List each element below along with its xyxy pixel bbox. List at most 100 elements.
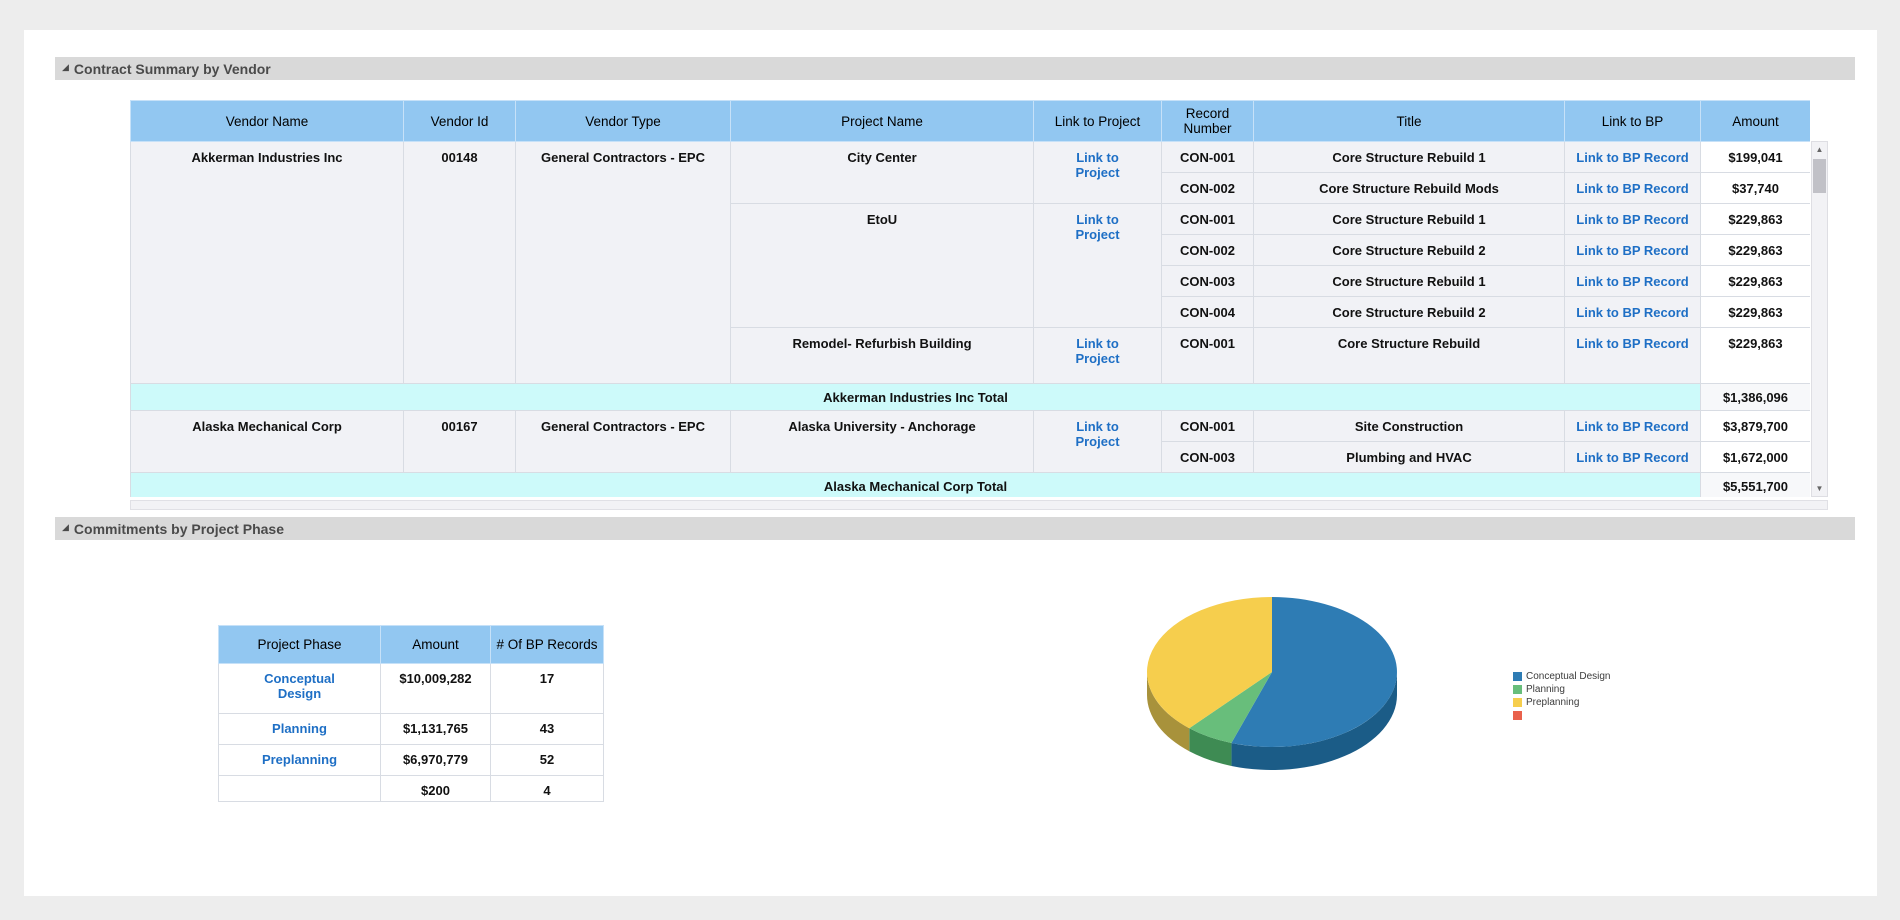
link-to-bp-cell: Link to BP Record [1565, 442, 1701, 473]
link-to-bp-record-link[interactable]: Link to BP Record [1576, 450, 1688, 465]
title-cell: Core Structure Rebuild 1 [1254, 204, 1565, 235]
vendor-name-cell: Alaska Mechanical Corp [131, 411, 404, 473]
column-header: Amount [1701, 101, 1811, 142]
amount-cell: $1,672,000 [1701, 442, 1811, 473]
amount-cell: $199,041 [1701, 142, 1811, 173]
phase-table-row: Preplanning $6,970,77952 [219, 745, 604, 776]
record-number-cell: CON-003 [1162, 266, 1254, 297]
phase-link[interactable]: Conceptual Design [254, 671, 346, 701]
table-row: Akkerman Industries Inc00148General Cont… [131, 142, 1811, 173]
vendor-name-cell: Akkerman Industries Inc [131, 142, 404, 384]
link-to-project-link[interactable]: Link to Project [1065, 150, 1131, 180]
project-name-cell: Remodel- Refurbish Building [731, 328, 1034, 384]
project-name-cell: Alaska University - Anchorage [731, 411, 1034, 473]
phase-pie-chart [1134, 585, 1454, 805]
title-cell: Plumbing and HVAC [1254, 442, 1565, 473]
legend-item: Planning [1513, 683, 1611, 696]
legend-color-chip [1513, 698, 1522, 707]
column-header: Vendor Name [131, 101, 404, 142]
link-to-project-cell: Link to Project [1034, 411, 1162, 473]
record-number-cell: CON-002 [1162, 235, 1254, 266]
amount-cell: $229,863 [1701, 328, 1811, 384]
link-to-bp-cell: Link to BP Record [1565, 328, 1701, 384]
link-to-project-cell: Link to Project [1034, 328, 1162, 384]
phase-table-header-row: Project PhaseAmount# Of BP Records [219, 626, 604, 664]
phase-amount-cell: $6,970,779 [381, 745, 491, 776]
link-to-project-link[interactable]: Link to Project [1065, 419, 1131, 449]
scroll-down-icon[interactable]: ▼ [1812, 481, 1827, 496]
title-cell: Core Structure Rebuild [1254, 328, 1565, 384]
link-to-bp-record-link[interactable]: Link to BP Record [1576, 243, 1688, 258]
phase-link[interactable]: Planning [254, 721, 346, 736]
phase-link[interactable]: Preplanning [254, 752, 346, 767]
legend-item [1513, 709, 1611, 722]
record-number-cell: CON-003 [1162, 442, 1254, 473]
contract-summary-table: Vendor NameVendor IdVendor TypeProject N… [130, 100, 1810, 497]
horizontal-scrollbar[interactable] [130, 500, 1828, 510]
vendor-type-cell: General Contractors - EPC [516, 411, 731, 473]
scroll-up-icon[interactable]: ▲ [1812, 142, 1827, 157]
legend-item: Conceptual Design [1513, 670, 1611, 683]
collapse-triangle-icon: ◢ [62, 63, 69, 72]
link-to-bp-cell: Link to BP Record [1565, 411, 1701, 442]
column-header: Link to BP [1565, 101, 1701, 142]
phase-table-wrap: Project PhaseAmount# Of BP Records Conce… [218, 625, 604, 802]
title-cell: Core Structure Rebuild 2 [1254, 235, 1565, 266]
link-to-bp-record-link[interactable]: Link to BP Record [1576, 274, 1688, 289]
link-to-bp-cell: Link to BP Record [1565, 266, 1701, 297]
legend-label: Planning [1526, 685, 1565, 695]
link-to-bp-cell: Link to BP Record [1565, 297, 1701, 328]
vendor-total-row: Alaska Mechanical Corp Total$5,551,700 [131, 473, 1811, 498]
column-header: Link to Project [1034, 101, 1162, 142]
link-to-bp-cell: Link to BP Record [1565, 235, 1701, 266]
link-to-project-link[interactable]: Link to Project [1065, 212, 1131, 242]
legend-color-chip [1513, 672, 1522, 681]
legend-label: Preplanning [1526, 698, 1579, 708]
column-header: Vendor Type [516, 101, 731, 142]
vendor-total-amount: $5,551,700 [1701, 473, 1811, 498]
title-cell: Core Structure Rebuild 1 [1254, 266, 1565, 297]
column-header: Record Number [1162, 101, 1254, 142]
column-header: Title [1254, 101, 1565, 142]
amount-cell: $37,740 [1701, 173, 1811, 204]
bp-records-cell: 17 [491, 664, 604, 714]
link-to-bp-cell: Link to BP Record [1565, 204, 1701, 235]
contract-summary-table-viewport[interactable]: Vendor NameVendor IdVendor TypeProject N… [130, 100, 1810, 497]
title-cell: Core Structure Rebuild 1 [1254, 142, 1565, 173]
project-name-cell: EtoU [731, 204, 1034, 328]
amount-cell: $229,863 [1701, 235, 1811, 266]
amount-cell: $3,879,700 [1701, 411, 1811, 442]
vendor-total-label: Alaska Mechanical Corp Total [131, 473, 1701, 498]
link-to-bp-record-link[interactable]: Link to BP Record [1576, 305, 1688, 320]
vertical-scrollbar[interactable]: ▲ ▼ [1811, 141, 1828, 497]
record-number-cell: CON-001 [1162, 204, 1254, 235]
contract-summary-header-row: Vendor NameVendor IdVendor TypeProject N… [131, 101, 1811, 142]
project-name-cell: City Center [731, 142, 1034, 204]
vendor-total-row: Akkerman Industries Inc Total$1,386,096 [131, 384, 1811, 411]
table-row: Alaska Mechanical Corp00167General Contr… [131, 411, 1811, 442]
section-title-commitments: Commitments by Project Phase [74, 521, 284, 537]
phase-amount-cell: $200 [381, 776, 491, 802]
legend-item: Preplanning [1513, 696, 1611, 709]
record-number-cell: CON-001 [1162, 328, 1254, 384]
phase-amount-cell: $1,131,765 [381, 714, 491, 745]
record-number-cell: CON-004 [1162, 297, 1254, 328]
phase-cell: Preplanning [219, 745, 381, 776]
column-header: # Of BP Records [491, 626, 604, 664]
phase-table-row: Conceptual Design$10,009,28217 [219, 664, 604, 714]
bp-records-cell: 52 [491, 745, 604, 776]
column-header: Project Name [731, 101, 1034, 142]
link-to-bp-record-link[interactable]: Link to BP Record [1576, 212, 1688, 227]
link-to-bp-record-link[interactable]: Link to BP Record [1576, 150, 1688, 165]
link-to-bp-record-link[interactable]: Link to BP Record [1576, 336, 1688, 351]
link-to-bp-cell: Link to BP Record [1565, 173, 1701, 204]
link-to-bp-record-link[interactable]: Link to BP Record [1576, 419, 1688, 434]
title-cell: Core Structure Rebuild Mods [1254, 173, 1565, 204]
link-to-project-link[interactable]: Link to Project [1065, 336, 1131, 366]
link-to-bp-record-link[interactable]: Link to BP Record [1576, 181, 1688, 196]
section-header-commitments[interactable]: ◢ Commitments by Project Phase [55, 517, 1855, 540]
vendor-total-label: Akkerman Industries Inc Total [131, 384, 1701, 411]
scrollbar-thumb[interactable] [1813, 159, 1826, 193]
link-to-project-cell: Link to Project [1034, 204, 1162, 328]
section-header-contract-summary[interactable]: ◢ Contract Summary by Vendor [55, 57, 1855, 80]
